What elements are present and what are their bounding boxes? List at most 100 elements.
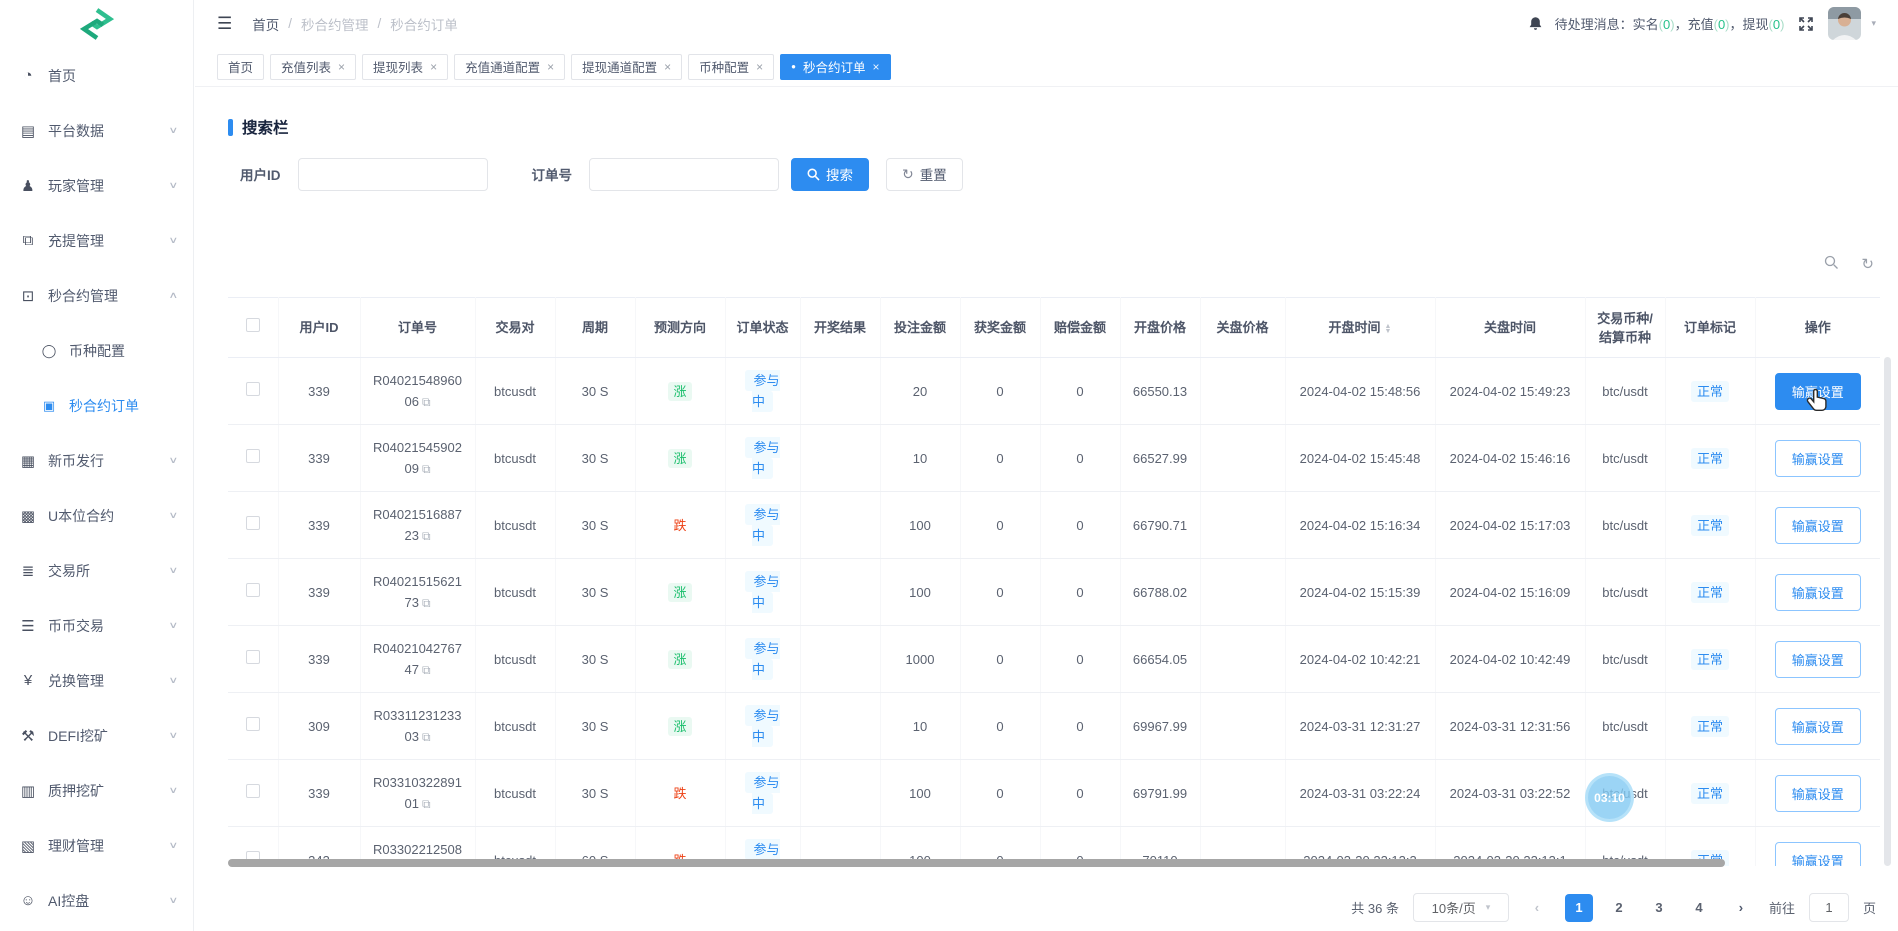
copy-icon[interactable]: ⧉ [422, 797, 431, 811]
tab-label: 提现通道配置 [582, 57, 657, 76]
cell-close_time: 2024-04-02 10:42:49 [1435, 626, 1585, 693]
copy-icon[interactable]: ⧉ [422, 529, 431, 543]
copy-icon[interactable]: ⧉ [422, 596, 431, 610]
comma: ， [1675, 17, 1688, 32]
row-checkbox[interactable] [246, 650, 260, 664]
row-checkbox[interactable] [246, 382, 260, 396]
win-lose-settings-button[interactable]: 输赢设置 [1775, 373, 1861, 410]
sidebar-item-home[interactable]: ◔首页 [0, 48, 193, 103]
fullscreen-icon[interactable] [1798, 16, 1814, 32]
table-search-icon[interactable] [1824, 255, 1839, 270]
cell-checkbox [228, 358, 278, 425]
tab-币种配置[interactable]: 币种配置× [688, 54, 774, 80]
tab-首页[interactable]: 首页 [217, 54, 264, 80]
win-lose-settings-button[interactable]: 输赢设置 [1775, 842, 1861, 867]
column-header-win_amount: 获奖金额 [960, 298, 1040, 358]
copy-icon[interactable]: ⧉ [422, 730, 431, 744]
close-icon[interactable]: × [547, 60, 554, 74]
row-checkbox[interactable] [246, 583, 260, 597]
row-checkbox[interactable] [246, 717, 260, 731]
column-header-action: 操作 [1755, 298, 1880, 358]
tab-秒合约订单[interactable]: ●秒合约订单× [780, 54, 890, 80]
user-menu-caret-icon[interactable]: ▾ [1871, 18, 1876, 29]
win-lose-settings-button[interactable]: 输赢设置 [1775, 708, 1861, 745]
bell-icon[interactable] [1528, 16, 1543, 32]
win-lose-settings-button[interactable]: 输赢设置 [1775, 574, 1861, 611]
sidebar-item-finance-management[interactable]: ▧理财管理∨ [0, 818, 193, 873]
win-lose-settings-button[interactable]: 输赢设置 [1775, 775, 1861, 812]
sidebar-item-platform-data[interactable]: ▤平台数据∨ [0, 103, 193, 158]
row-checkbox[interactable] [246, 449, 260, 463]
sort-icons[interactable]: ▲▼ [1385, 324, 1392, 334]
sidebar-item-player-management[interactable]: ♟玩家管理∨ [0, 158, 193, 213]
sidebar-item-seconds-contract[interactable]: ⊡秒合约管理∧ [0, 268, 193, 323]
cell-user_id: 339 [278, 492, 360, 559]
close-icon[interactable]: × [873, 60, 880, 74]
page-button-2[interactable]: 2 [1605, 894, 1633, 922]
avatar[interactable] [1828, 7, 1861, 40]
reset-button[interactable]: ↻ 重置 [886, 158, 963, 191]
select-all-checkbox[interactable] [246, 318, 260, 332]
next-page-button[interactable]: › [1727, 894, 1755, 922]
search-button[interactable]: 搜索 [791, 158, 869, 191]
sidebar-item-defi-mining[interactable]: ⚒DEFI挖矿∨ [0, 708, 193, 763]
cell-action: 输赢设置 [1755, 492, 1880, 559]
cell-open_price: 66788.02 [1120, 559, 1200, 626]
page-button-1[interactable]: 1 [1565, 894, 1593, 922]
tab-提现列表[interactable]: 提现列表× [362, 54, 448, 80]
sidebar-item-exchange[interactable]: ≣交易所∨ [0, 543, 193, 598]
win-lose-settings-button[interactable]: 输赢设置 [1775, 641, 1861, 678]
sidebar-item-staking-mining[interactable]: ▥质押挖矿∨ [0, 763, 193, 818]
tab-充值列表[interactable]: 充值列表× [270, 54, 356, 80]
row-checkbox[interactable] [246, 516, 260, 530]
page-button-3[interactable]: 3 [1645, 894, 1673, 922]
chevron-down-icon: ∨ [169, 675, 179, 686]
copy-icon[interactable]: ⧉ [422, 663, 431, 677]
sidebar-item-coin-config[interactable]: ◯币种配置 [0, 323, 193, 378]
page-button-4[interactable]: 4 [1685, 894, 1713, 922]
vertical-scrollbar[interactable] [1884, 357, 1891, 866]
cell-direction: 涨 [635, 358, 725, 425]
win-lose-settings-button[interactable]: 输赢设置 [1775, 440, 1861, 477]
copy-icon[interactable]: ⧉ [422, 462, 431, 476]
recording-time-badge: 03:10 [1585, 773, 1634, 822]
close-icon[interactable]: × [338, 60, 345, 74]
table-row: 339R0402151688723⧉btcusdt30 S跌参与中1000066… [228, 492, 1880, 559]
sidebar-item-ai-control[interactable]: ☺AI控盘∨ [0, 873, 193, 928]
goto-page-input[interactable]: 1 [1809, 893, 1849, 922]
order-no-input[interactable] [589, 158, 779, 191]
row-checkbox[interactable] [246, 784, 260, 798]
sidebar-item-label: 新币发行 [48, 451, 104, 471]
sidebar-item-new-coin[interactable]: ▦新币发行∨ [0, 433, 193, 488]
sidebar-item-coin-trade[interactable]: ☰币币交易∨ [0, 598, 193, 653]
sidebar-item-swap-management[interactable]: ¥兑换管理∨ [0, 653, 193, 708]
cell-bet_amount: 100 [880, 760, 960, 827]
horizontal-scrollbar[interactable] [228, 859, 1725, 867]
order-flag-badge: 正常 [1691, 381, 1729, 402]
prev-page-button[interactable]: ‹ [1523, 894, 1551, 922]
close-icon[interactable]: × [430, 60, 437, 74]
win-lose-settings-button[interactable]: 输赢设置 [1775, 507, 1861, 544]
table-refresh-icon[interactable]: ↻ [1861, 255, 1874, 273]
sort-desc-icon[interactable]: ▼ [1385, 329, 1392, 334]
page-size-select[interactable]: 10条/页 ▾ [1413, 893, 1509, 922]
tab-提现通道配置[interactable]: 提现通道配置 × [571, 54, 682, 80]
collapse-menu-icon[interactable]: ☰ [217, 14, 232, 34]
copy-icon[interactable]: ⧉ [422, 395, 431, 409]
tab-充值通道配置[interactable]: 充值通道配置× [454, 54, 565, 80]
column-header-label: 赔偿金额 [1054, 320, 1106, 335]
sidebar-item-seconds-contract-order[interactable]: ▣秒合约订单 [0, 378, 193, 433]
goto-label: 前往 [1769, 898, 1795, 917]
cell-period: 30 S [555, 626, 635, 693]
direction-badge: 涨 [668, 650, 691, 669]
cell-period: 30 S [555, 492, 635, 559]
cell-currency: btc/usdt [1585, 492, 1665, 559]
close-icon[interactable]: × [756, 60, 763, 74]
close-icon[interactable]: × [664, 60, 671, 74]
user-id-input[interactable] [298, 158, 488, 191]
sidebar-item-u-contract[interactable]: ▩U本位合约∨ [0, 488, 193, 543]
cell-win_amount: 0 [960, 626, 1040, 693]
breadcrumb-home[interactable]: 首页 [252, 14, 279, 34]
column-header-label: 订单标记 [1684, 320, 1736, 335]
sidebar-item-recharge-withdraw[interactable]: ⧉充提管理∨ [0, 213, 193, 268]
